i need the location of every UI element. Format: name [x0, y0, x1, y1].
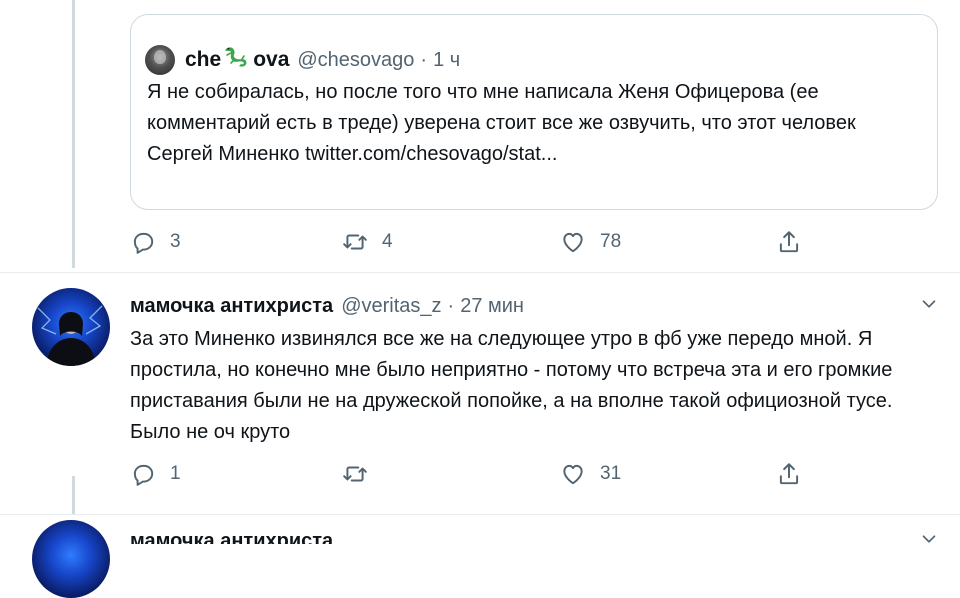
- author-name[interactable]: мамочка антихриста: [130, 295, 333, 318]
- lizard-icon: [222, 44, 252, 76]
- retweet-button[interactable]: [342, 458, 382, 490]
- tweet-text: За это Миненко извинялся все же на следу…: [130, 328, 893, 443]
- next-author-avatar[interactable]: [32, 520, 110, 598]
- share-button[interactable]: [776, 458, 802, 490]
- chevron-down-icon[interactable]: [918, 293, 940, 320]
- quoted-separator: ·: [420, 48, 428, 71]
- like-button[interactable]: 78: [560, 226, 621, 258]
- quoted-author-name-part1: che: [185, 48, 222, 71]
- reply-icon: [133, 232, 154, 254]
- tweet-divider: [0, 272, 960, 273]
- next-author-name[interactable]: мамочка антихриста: [130, 530, 450, 544]
- quoted-tweet-card[interactable]: che ova @chesovago · 1 ч Я не собиралась…: [130, 14, 938, 210]
- share-icon: [779, 463, 799, 485]
- tweet-divider: [0, 514, 960, 515]
- retweet-count: 4: [382, 231, 393, 252]
- retweet-icon: [343, 466, 367, 482]
- author-avatar[interactable]: [32, 288, 110, 366]
- heart-icon: [563, 232, 583, 253]
- quoted-tweet-text: Я не собиралась, но после того что мне н…: [147, 81, 856, 165]
- reply-button[interactable]: 1: [130, 458, 181, 490]
- share-icon: [779, 231, 799, 253]
- like-button[interactable]: 31: [560, 458, 621, 490]
- quoted-author-name[interactable]: che ova: [185, 44, 289, 76]
- heart-icon: [563, 464, 583, 485]
- retweet-button[interactable]: 4: [342, 226, 393, 258]
- quoted-author-handle[interactable]: @chesovago: [297, 49, 414, 72]
- tweet-actions-top: 3 4 78: [130, 226, 820, 258]
- tweet-header: мамочка антихриста @veritas_z · 27 мин: [130, 293, 940, 319]
- tweet-timestamp[interactable]: 27 мин: [460, 295, 524, 318]
- reply-icon: [133, 464, 154, 486]
- reply-count: 1: [170, 463, 181, 484]
- quoted-author-avatar[interactable]: [145, 45, 175, 75]
- quoted-author-name-part2: ova: [253, 48, 290, 71]
- quoted-timestamp[interactable]: 1 ч: [433, 49, 460, 72]
- thread-line-top: [72, 0, 75, 268]
- retweet-icon: [343, 234, 367, 250]
- thread-line-bottom: [72, 476, 75, 514]
- quoted-tweet-header: che ova @chesovago · 1 ч: [145, 45, 460, 75]
- like-count: 78: [600, 231, 622, 252]
- next-chevron-down-icon[interactable]: [918, 528, 940, 555]
- like-count: 31: [600, 463, 622, 484]
- tweet-actions-bottom: 1 31: [130, 458, 820, 490]
- reply-count: 3: [170, 231, 181, 252]
- reply-button[interactable]: 3: [130, 226, 181, 258]
- share-button[interactable]: [776, 226, 802, 258]
- author-handle[interactable]: @veritas_z: [341, 295, 441, 318]
- tweet-separator: ·: [447, 294, 455, 317]
